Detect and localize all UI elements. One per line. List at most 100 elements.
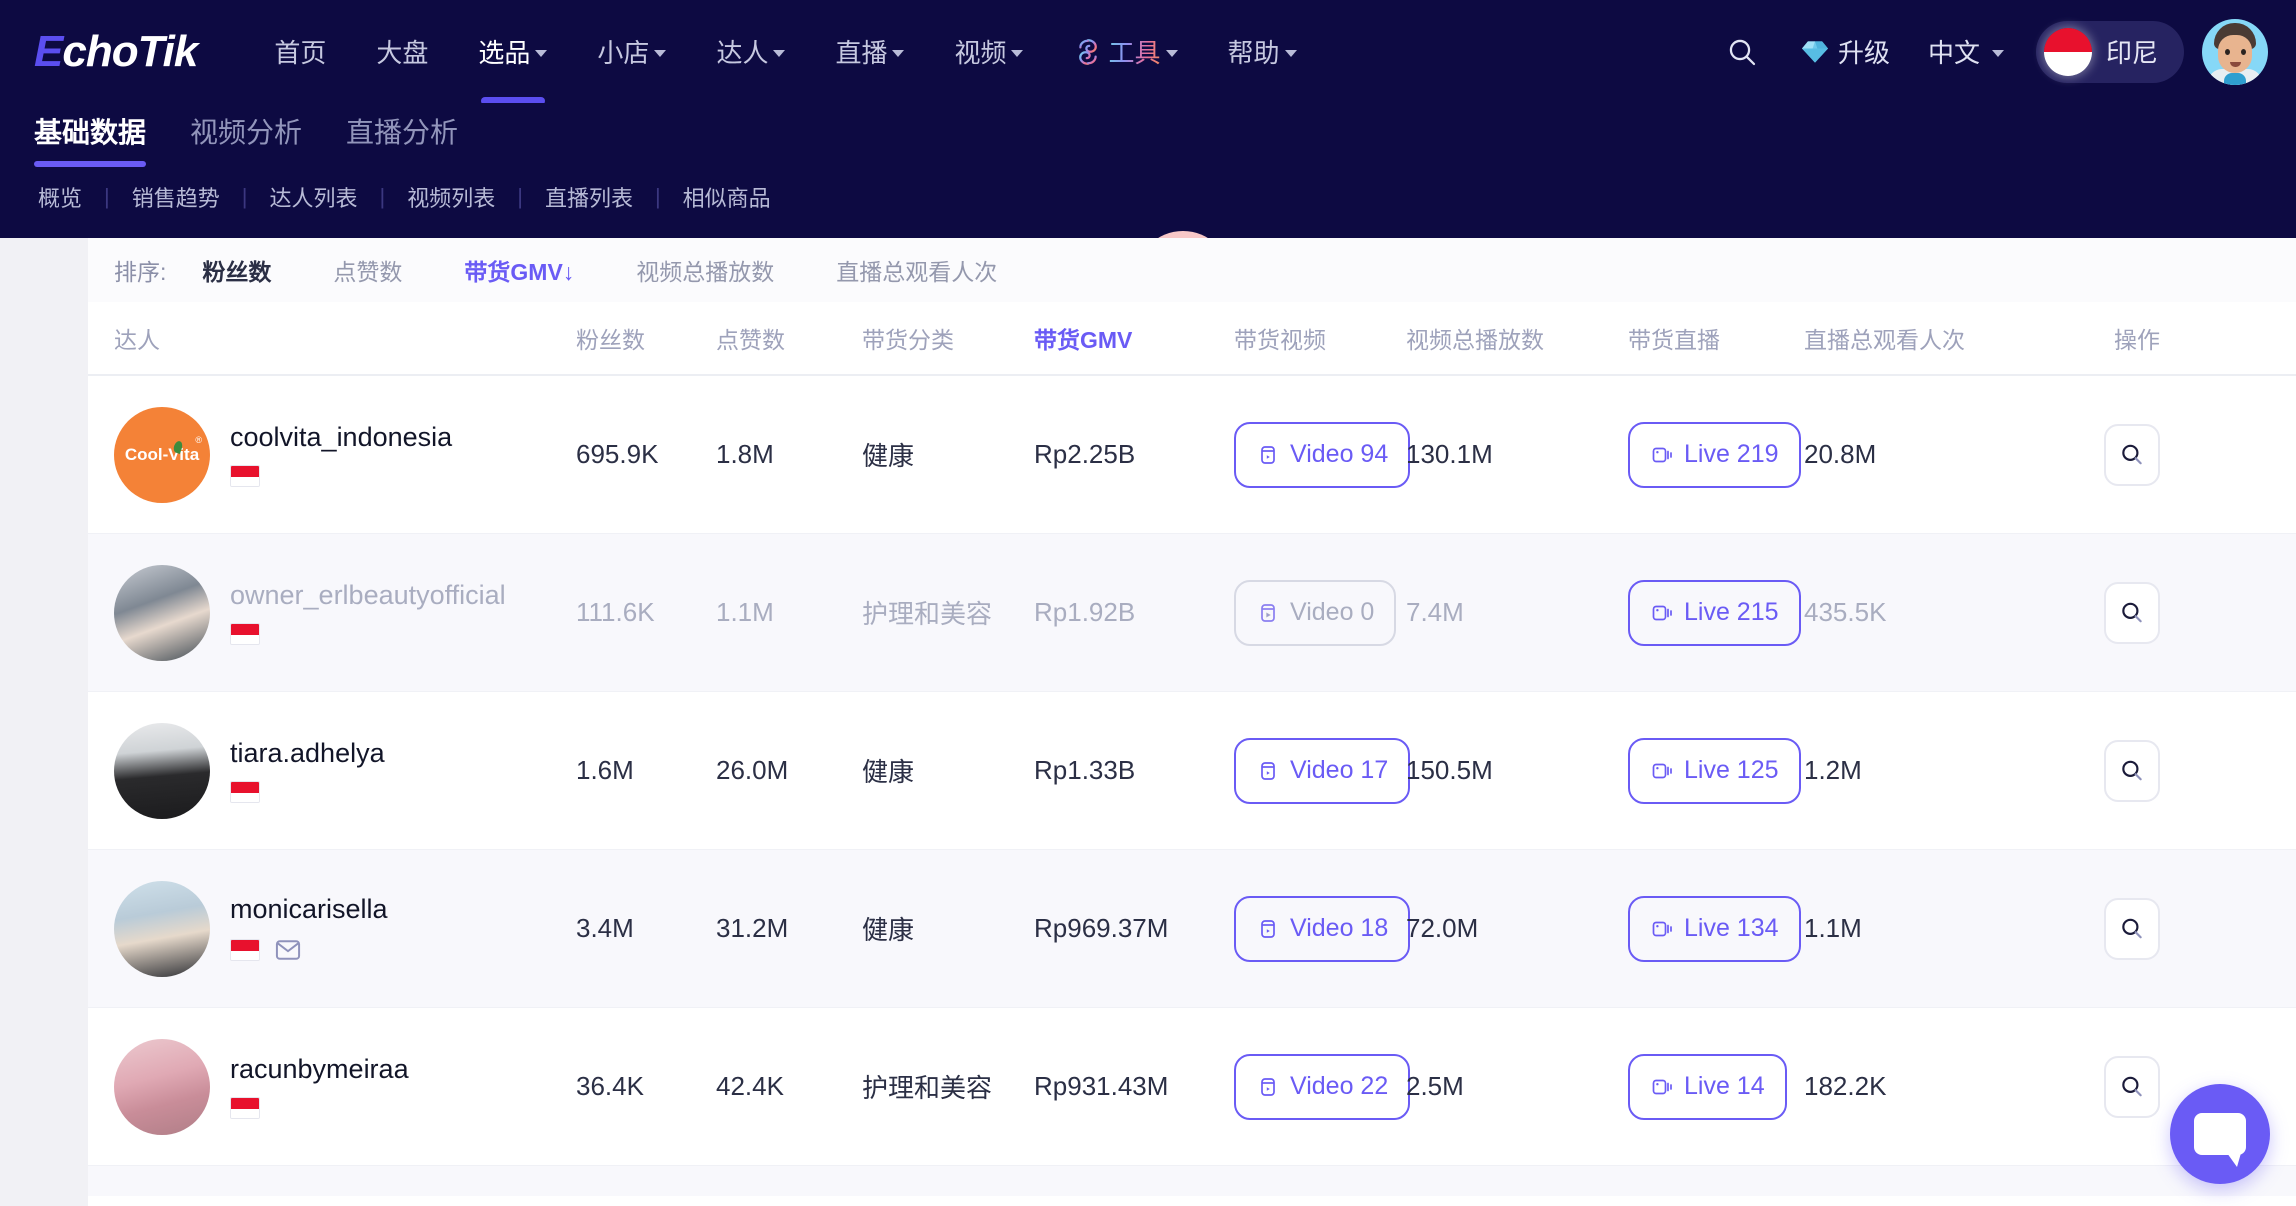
nav-item-market[interactable]: 大盘 <box>351 0 453 103</box>
table-row[interactable]: racunbymeiraa 36.4K 42.4K 护理和美容 Rp931.43… <box>88 1008 2296 1166</box>
column-header-lives[interactable]: 带货直播 <box>1628 321 1804 355</box>
mail-icon[interactable] <box>274 937 302 963</box>
column-header-creator[interactable]: 达人 <box>114 321 576 355</box>
ai-spiral-icon <box>1073 37 1103 67</box>
creator-cell[interactable]: racunbymeiraa <box>114 1039 576 1135</box>
column-header-fans[interactable]: 粉丝数 <box>576 321 716 355</box>
user-avatar[interactable] <box>2202 19 2268 85</box>
creator-name[interactable]: coolvita_indonesia <box>230 422 452 453</box>
video-count-badge[interactable]: Video 18 <box>1234 896 1410 962</box>
nav-item-tools[interactable]: 工具 <box>1048 0 1202 103</box>
row-search-button[interactable] <box>2104 898 2160 960</box>
live-camera-icon <box>1650 1075 1674 1099</box>
global-search-button[interactable] <box>1704 36 1780 68</box>
live-count-badge[interactable]: Live 219 <box>1628 422 1801 488</box>
table-row[interactable] <box>88 1166 2296 1196</box>
nav-item-label: 选品 <box>478 33 530 70</box>
sort-option-video-views[interactable]: 视频总播放数 <box>636 253 774 287</box>
language-selector[interactable]: 中文 <box>1910 33 2022 70</box>
tab-live-analysis[interactable]: 直播分析 <box>346 111 458 167</box>
row-search-button[interactable] <box>2104 582 2160 644</box>
table-row[interactable]: Cool-Vita ® coolvita_indonesia 695.9K 1.… <box>88 376 2296 534</box>
creator-name[interactable]: racunbymeiraa <box>230 1054 409 1085</box>
nav-item-creators[interactable]: 达人 <box>691 0 810 103</box>
column-header-likes[interactable]: 点赞数 <box>716 321 862 355</box>
sort-option-fans[interactable]: 粉丝数 <box>202 253 271 287</box>
video-count-badge[interactable]: Video 17 <box>1234 738 1410 804</box>
video-badge-cell: Video 0 <box>1234 580 1406 646</box>
creator-name[interactable]: owner_erlbeautyofficial <box>230 580 506 611</box>
nav-item-video[interactable]: 视频 <box>929 0 1048 103</box>
live-count-badge[interactable]: Live 134 <box>1628 896 1801 962</box>
nav-item-live[interactable]: 直播 <box>810 0 929 103</box>
creator-name[interactable]: tiara.adhelya <box>230 738 385 769</box>
video-badge-cell: Video 17 <box>1234 738 1406 804</box>
avatar <box>114 1039 210 1135</box>
live-badge-cell: Live 219 <box>1628 422 1804 488</box>
live-views-value: 1.2M <box>1804 755 2050 786</box>
indonesia-flag-icon <box>2044 28 2092 76</box>
diamond-icon <box>1800 39 1830 65</box>
sort-bar: 排序: 粉丝数 点赞数 带货GMV↓ 视频总播放数 直播总观看人次 <box>88 238 2296 302</box>
creator-cell[interactable]: owner_erlbeautyofficial <box>114 565 576 661</box>
crumb-video-list[interactable]: 视频列表 <box>385 181 517 213</box>
chevron-down-icon <box>892 50 904 57</box>
breadcrumb: 概览 | 销售趋势 | 达人列表 | 视频列表 | 直播列表 | 相似商品 <box>34 181 793 213</box>
column-header-gmv[interactable]: 带货GMV <box>1034 321 1234 355</box>
live-badge-cell: Live 125 <box>1628 738 1804 804</box>
video-play-icon <box>1256 917 1280 941</box>
column-header-videos[interactable]: 带货视频 <box>1234 321 1406 355</box>
creator-name[interactable]: monicarisella <box>230 894 388 925</box>
crumb-similar-products[interactable]: 相似商品 <box>661 181 793 213</box>
row-search-button[interactable] <box>2104 740 2160 802</box>
indonesia-flag-icon <box>230 1097 260 1119</box>
nav-item-products[interactable]: 选品 <box>453 0 572 103</box>
search-icon <box>2119 442 2145 468</box>
nav-item-label: 首页 <box>274 33 326 70</box>
row-search-button[interactable] <box>2104 424 2160 486</box>
creator-cell[interactable]: monicarisella <box>114 881 576 977</box>
badge-label: Video 0 <box>1290 598 1374 627</box>
live-count-badge[interactable]: Live 215 <box>1628 580 1801 646</box>
upgrade-button[interactable]: 升级 <box>1780 33 1910 70</box>
table-row[interactable]: monicarisella 3.4M 31.2M 健康 Rp969.37M <box>88 850 2296 1008</box>
tab-basic-data[interactable]: 基础数据 <box>34 111 146 167</box>
chat-support-button[interactable] <box>2170 1084 2270 1184</box>
crumb-sales-trend[interactable]: 销售趋势 <box>110 181 242 213</box>
fans-count: 1.6M <box>576 755 716 786</box>
crumb-creator-list[interactable]: 达人列表 <box>247 181 379 213</box>
sort-option-live-views[interactable]: 直播总观看人次 <box>836 253 997 287</box>
echotik-logo[interactable]: EchoTik <box>34 27 197 77</box>
region-selector[interactable]: 印尼 <box>2036 21 2184 83</box>
sort-option-likes[interactable]: 点赞数 <box>333 253 402 287</box>
row-actions <box>2050 898 2160 960</box>
video-badge-cell: Video 18 <box>1234 896 1406 962</box>
avatar: Cool-Vita ® <box>114 407 210 503</box>
nav-item-help[interactable]: 帮助 <box>1203 0 1322 103</box>
table-row[interactable]: tiara.adhelya 1.6M 26.0M 健康 Rp1.33B Vi <box>88 692 2296 850</box>
live-badge-cell: Live 134 <box>1628 896 1804 962</box>
search-icon <box>2119 600 2145 626</box>
column-header-live-views[interactable]: 直播总观看人次 <box>1804 321 2050 355</box>
live-count-badge[interactable]: Live 14 <box>1628 1054 1787 1120</box>
crumb-live-list[interactable]: 直播列表 <box>523 181 655 213</box>
gmv-value: Rp931.43M <box>1034 1071 1234 1102</box>
video-count-badge[interactable]: Video 22 <box>1234 1054 1410 1120</box>
crumb-overview[interactable]: 概览 <box>34 181 104 213</box>
video-count-badge[interactable]: Video 94 <box>1234 422 1410 488</box>
live-count-badge[interactable]: Live 125 <box>1628 738 1801 804</box>
sort-option-gmv[interactable]: 带货GMV↓ <box>464 253 574 287</box>
row-search-button[interactable] <box>2104 1056 2160 1118</box>
table-row[interactable]: owner_erlbeautyofficial 111.6K 1.1M 护理和美… <box>88 534 2296 692</box>
nav-item-home[interactable]: 首页 <box>249 0 351 103</box>
nav-item-shops[interactable]: 小店 <box>572 0 691 103</box>
column-header-category[interactable]: 带货分类 <box>862 321 1034 355</box>
logo-text: choTik <box>62 27 197 77</box>
tab-video-analysis[interactable]: 视频分析 <box>190 111 302 167</box>
chevron-down-icon <box>1285 50 1297 57</box>
creator-cell[interactable]: Cool-Vita ® coolvita_indonesia <box>114 407 576 503</box>
creator-cell[interactable]: tiara.adhelya <box>114 723 576 819</box>
live-badge-cell: Live 215 <box>1628 580 1804 646</box>
column-header-video-views[interactable]: 视频总播放数 <box>1406 321 1628 355</box>
chevron-down-icon <box>773 50 785 57</box>
